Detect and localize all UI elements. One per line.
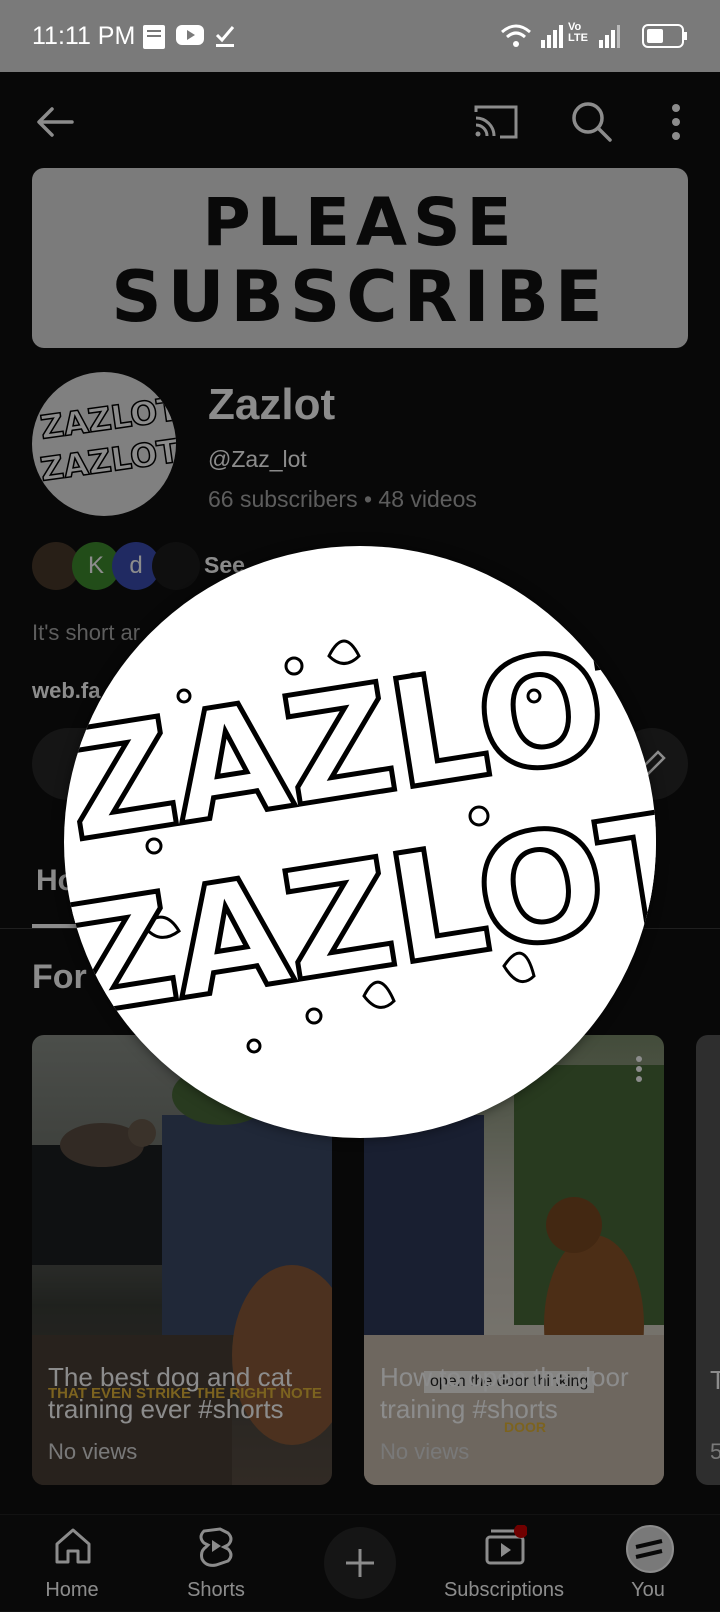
battery-icon [642, 24, 688, 53]
status-time: 11:11 PM [32, 22, 136, 50]
check-icon [214, 24, 236, 53]
signal-icon [598, 24, 620, 53]
signal-icon [540, 24, 564, 53]
volte-icon: Vo LTE [568, 21, 588, 44]
enlarged-channel-avatar: ZAZLOT ZAZLOT [64, 546, 656, 1138]
bible-app-icon [142, 24, 166, 55]
youtube-icon [176, 24, 204, 51]
status-bar: 11:11 PM Vo LTE [0, 0, 720, 72]
wifi-icon [500, 24, 532, 53]
